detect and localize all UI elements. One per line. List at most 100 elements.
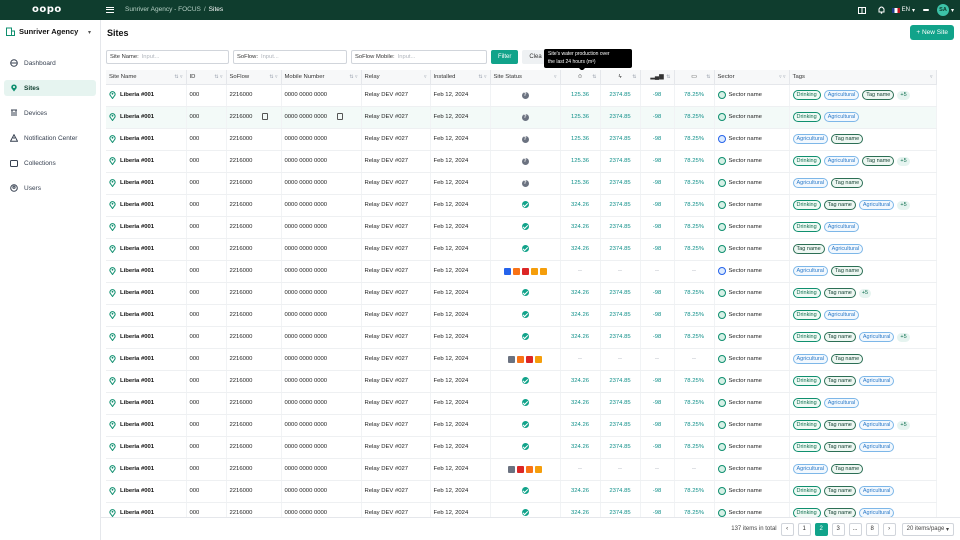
sort-icon[interactable]: ⇅ [706,74,710,80]
sector[interactable]: Sector name [717,443,786,451]
tag-chip[interactable]: Drinking [792,156,821,166]
table-row[interactable]: Liberia #001 000 2216000 0000 0000 0000 Rela… [106,304,937,327]
site-name[interactable]: Liberia #001 [109,377,183,385]
site-name[interactable]: Liberia #001 [109,223,183,231]
tag-chip[interactable]: Agricultural [823,156,860,166]
more-tags-badge[interactable]: +5 [897,90,910,100]
alert-icon[interactable] [517,465,524,473]
col-message[interactable]: ▭ ⇅ [674,70,715,85]
page-button[interactable]: 8 [865,522,879,536]
sector[interactable]: Sector name [717,245,786,253]
tag-chip[interactable]: Agricultural [858,200,895,210]
tag-chip[interactable]: Drinking [792,112,821,122]
sector[interactable]: Sector name [717,333,786,341]
site-name-cell[interactable]: Liberia #001 [106,458,187,481]
tag-chip[interactable]: Agricultural [823,398,860,408]
sort-filter-icon[interactable]: ⇅ ▿ [349,74,357,80]
alert-icon[interactable] [521,267,529,275]
alert-icon[interactable] [530,267,538,275]
copy-icon[interactable] [337,113,344,121]
alert-icon[interactable] [508,465,515,473]
col-mobile[interactable]: Mobile Number ⇅ ▿ [281,70,362,85]
sort-filter-icon[interactable]: ▿ ▿ [779,74,785,80]
sector[interactable]: Sector name [717,135,786,143]
site-name-cell[interactable]: Liberia #001 [106,194,187,217]
site-name-cell[interactable]: Liberia #001 [106,304,187,327]
tag-chip[interactable]: Drinking [792,332,821,342]
site-name[interactable]: Liberia #001 [109,267,183,275]
sector[interactable]: Sector name [717,223,786,231]
site-name[interactable]: Liberia #001 [109,333,183,341]
tag-chip[interactable]: Agricultural [792,134,829,144]
more-tags-badge[interactable]: +5 [897,332,910,342]
site-name-field[interactable]: Site Name: Input... [106,50,229,64]
tag-chip[interactable]: Tag name [831,464,864,474]
table-row[interactable]: Liberia #001 000 2216000 0000 0000 0000 Rela… [106,238,937,261]
sidebar-item-users[interactable]: Users [4,180,96,196]
docs-icon[interactable] [852,0,872,20]
site-name-cell[interactable]: Liberia #001 [106,480,187,503]
sector[interactable]: Sector name [717,201,786,209]
alert-icon[interactable] [517,355,524,363]
site-name-cell[interactable]: Liberia #001 [106,260,187,283]
sector[interactable]: Sector name [717,487,786,495]
site-name[interactable]: Liberia #001 [109,91,183,99]
site-name[interactable]: Liberia #001 [109,487,183,495]
tag-chip[interactable]: Tag name [823,420,856,430]
soflow-field[interactable]: SoFlow: Input... [233,50,347,64]
table-row[interactable]: Liberia #001 000 2216000 0000 0000 0000 Rela… [106,106,937,129]
filter-icon[interactable]: ▿ [554,74,557,80]
more-tags-badge[interactable]: +5 [858,288,872,298]
table-row[interactable]: Liberia #001 000 2216000 0000 0000 0000 Rela… [106,458,937,481]
site-name-cell[interactable]: Liberia #001 [106,238,187,261]
more-tags-badge[interactable]: +5 [897,200,910,210]
site-name-cell[interactable]: Liberia #001 [106,392,187,415]
tag-chip[interactable]: Agricultural [827,244,864,254]
site-name-cell[interactable]: Liberia #001 [106,84,187,107]
tag-chip[interactable]: Agricultural [792,464,829,474]
tag-chip[interactable]: Drinking [792,222,821,232]
site-name[interactable]: Liberia #001 [109,179,183,187]
tag-chip[interactable]: Drinking [792,420,821,430]
col-signal[interactable]: ▂▄▆ ⇅ [640,70,675,85]
table-row[interactable]: Liberia #001 000 2216000 0000 0000 0000 Rela… [106,282,937,305]
sort-icon[interactable]: ⇅ [666,74,670,80]
tag-chip[interactable]: Agricultural [792,178,829,188]
page-size-select[interactable]: 20 items/page ▾ [901,522,954,536]
site-name[interactable]: Liberia #001 [109,465,183,473]
tag-chip[interactable]: Tag name [823,200,856,210]
site-name-cell[interactable]: Liberia #001 [106,282,187,305]
sector[interactable]: Sector name [717,355,786,363]
tag-chip[interactable]: Agricultural [823,90,860,100]
soflow-mobile-field[interactable]: SoFlow Mobile: Input... [351,50,487,64]
col-installed[interactable]: Installed ⇅ ▿ [430,70,491,85]
bell-icon[interactable] [872,0,892,20]
tag-chip[interactable]: Tag name [823,376,856,386]
tag-chip[interactable]: Agricultural [858,332,895,342]
site-name-cell[interactable]: Liberia #001 [106,216,187,239]
sector[interactable]: Sector name [717,311,786,319]
tag-chip[interactable]: Drinking [792,442,821,452]
tag-chip[interactable]: Tag name [823,332,856,342]
alert-icon[interactable] [535,465,542,473]
more-tags-badge[interactable]: +5 [897,420,910,430]
sector[interactable]: Sector name [717,289,786,297]
tag-chip[interactable]: Agricultural [858,486,895,496]
col-relay[interactable]: Relay ▿ [361,70,431,85]
site-name-cell[interactable]: Liberia #001 [106,348,187,371]
col-id[interactable]: ID ⇅ ▿ [186,70,227,85]
col-power[interactable]: ϟ ⇅ [600,70,641,85]
table-row[interactable]: Liberia #001 000 2216000 0000 0000 0000 Rela… [106,194,937,217]
site-name-cell[interactable]: Liberia #001 [106,414,187,437]
site-name-cell[interactable]: Liberia #001 [106,436,187,459]
alert-icon[interactable] [539,267,547,275]
col-status[interactable]: Site Status ▿ [490,70,561,85]
next-page-button[interactable]: › [882,522,896,536]
more-tags-badge[interactable]: +5 [897,156,910,166]
sort-filter-icon[interactable]: ⇅ ▿ [269,74,277,80]
col-site-name[interactable]: Site Name ⇅ ▿ [106,70,187,85]
tag-chip[interactable]: Drinking [792,90,821,100]
table-row[interactable]: Liberia #001 000 2216000 0000 0000 0000 Rela… [106,150,937,173]
table-row[interactable]: Liberia #001 000 2216000 0000 0000 0000 Rela… [106,480,937,503]
alert-icon[interactable] [526,355,533,363]
